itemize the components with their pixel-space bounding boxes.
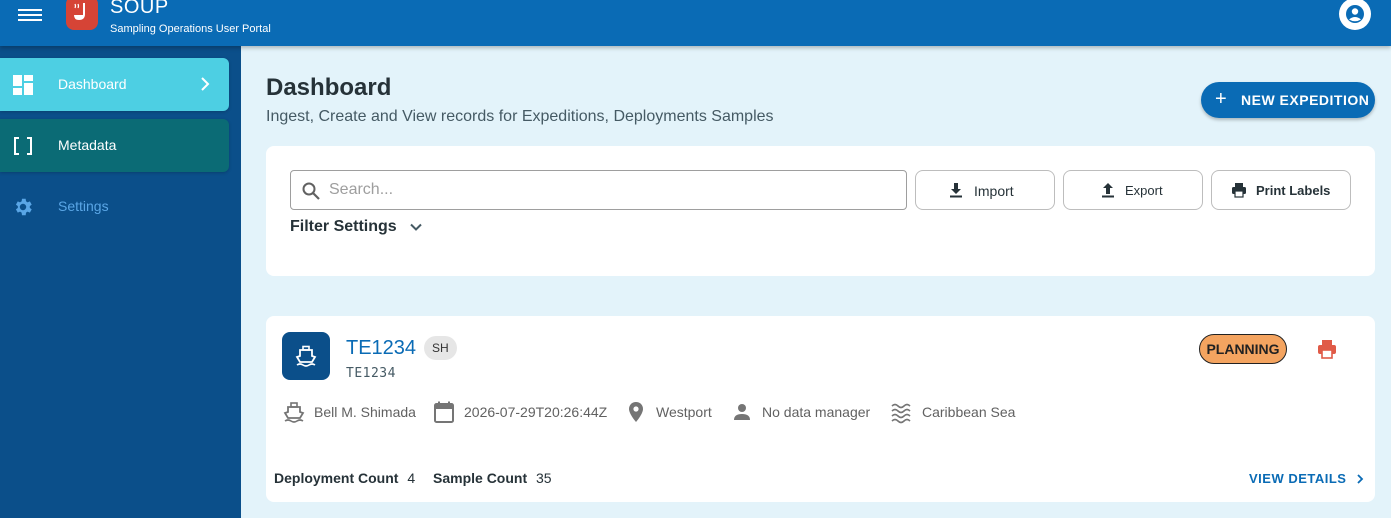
menu-icon[interactable] xyxy=(18,6,42,24)
print-labels-button[interactable]: Print Labels xyxy=(1211,170,1351,210)
view-details-link[interactable]: VIEW DETAILS xyxy=(1249,471,1364,486)
sidebar-item-label: Dashboard xyxy=(58,76,127,92)
sidebar-item-label: Settings xyxy=(58,198,109,214)
sidebar: Dashboard Metadata Settings xyxy=(0,46,241,518)
deployment-count: Deployment Count 4 xyxy=(274,470,415,486)
sidebar-item-dashboard[interactable]: Dashboard xyxy=(0,58,229,111)
port-name: Westport xyxy=(656,404,712,420)
export-button[interactable]: Export xyxy=(1063,170,1203,210)
filter-card: Import Export Print Labels Filter Settin… xyxy=(266,146,1375,276)
sidebar-item-settings[interactable]: Settings xyxy=(0,180,229,233)
download-icon xyxy=(950,183,962,198)
app-title: SOUP xyxy=(110,0,169,18)
account-circle-icon[interactable] xyxy=(1339,0,1371,30)
region-name: Caribbean Sea xyxy=(922,404,1016,420)
sample-count: Sample Count 35 xyxy=(433,470,552,486)
status-badge: PLANNING xyxy=(1199,334,1287,364)
sample-count-value: 35 xyxy=(536,470,552,486)
brackets-icon xyxy=(14,137,32,155)
deployment-count-value: 4 xyxy=(407,470,416,486)
expedition-name-link[interactable]: TE1234 xyxy=(346,337,416,360)
export-label: Export xyxy=(1125,183,1163,198)
sidebar-item-metadata[interactable]: Metadata xyxy=(0,119,229,172)
expedition-date: 2026-07-29T20:26:44Z xyxy=(464,404,608,420)
calendar-icon xyxy=(434,401,454,423)
dashboard-icon xyxy=(13,75,33,95)
app-subtitle: Sampling Operations User Portal xyxy=(110,23,271,35)
printer-icon xyxy=(1318,340,1336,359)
expedition-chip: SH xyxy=(424,336,457,360)
ship-icon xyxy=(283,402,305,423)
search-field[interactable] xyxy=(290,170,907,210)
import-label: Import xyxy=(974,183,1014,199)
gear-icon xyxy=(15,198,32,216)
chevron-down-icon xyxy=(410,223,422,231)
ship-icon xyxy=(282,332,330,380)
chevron-right-icon xyxy=(201,77,210,91)
sample-count-label: Sample Count xyxy=(433,470,528,486)
import-button[interactable]: Import xyxy=(915,170,1055,210)
print-labels-label: Print Labels xyxy=(1256,183,1331,198)
plus-icon: + xyxy=(1215,88,1228,110)
person-icon xyxy=(734,404,750,420)
vessel-name: Bell M. Shimada xyxy=(314,404,416,420)
printer-icon xyxy=(1232,183,1246,198)
view-details-label: VIEW DETAILS xyxy=(1249,471,1347,486)
print-expedition-button[interactable] xyxy=(1316,338,1338,365)
search-icon xyxy=(302,182,320,200)
chevron-right-icon xyxy=(1357,474,1364,484)
expedition-code: TE1234 xyxy=(346,366,396,381)
filter-settings-toggle[interactable]: Filter Settings xyxy=(290,218,422,236)
new-expedition-button[interactable]: + NEW EXPEDITION xyxy=(1201,82,1375,118)
page-title: Dashboard xyxy=(266,74,392,101)
location-pin-icon xyxy=(629,402,643,422)
search-input[interactable] xyxy=(329,179,889,201)
deployment-count-label: Deployment Count xyxy=(274,470,399,486)
page-subtitle: Ingest, Create and View records for Expe… xyxy=(266,108,774,125)
app-bar: SOUP Sampling Operations User Portal xyxy=(0,0,1391,46)
sidebar-item-label: Metadata xyxy=(58,137,117,153)
expedition-card: TE1234 SH TE1234 PLANNING Bell M. Shimad… xyxy=(266,316,1375,502)
new-expedition-label: NEW EXPEDITION xyxy=(1241,92,1370,108)
soup-ladle-logo xyxy=(66,0,98,30)
data-manager-name: No data manager xyxy=(762,404,871,420)
upload-icon xyxy=(1102,183,1114,198)
filter-settings-label: Filter Settings xyxy=(290,218,397,235)
waves-icon xyxy=(891,403,911,424)
